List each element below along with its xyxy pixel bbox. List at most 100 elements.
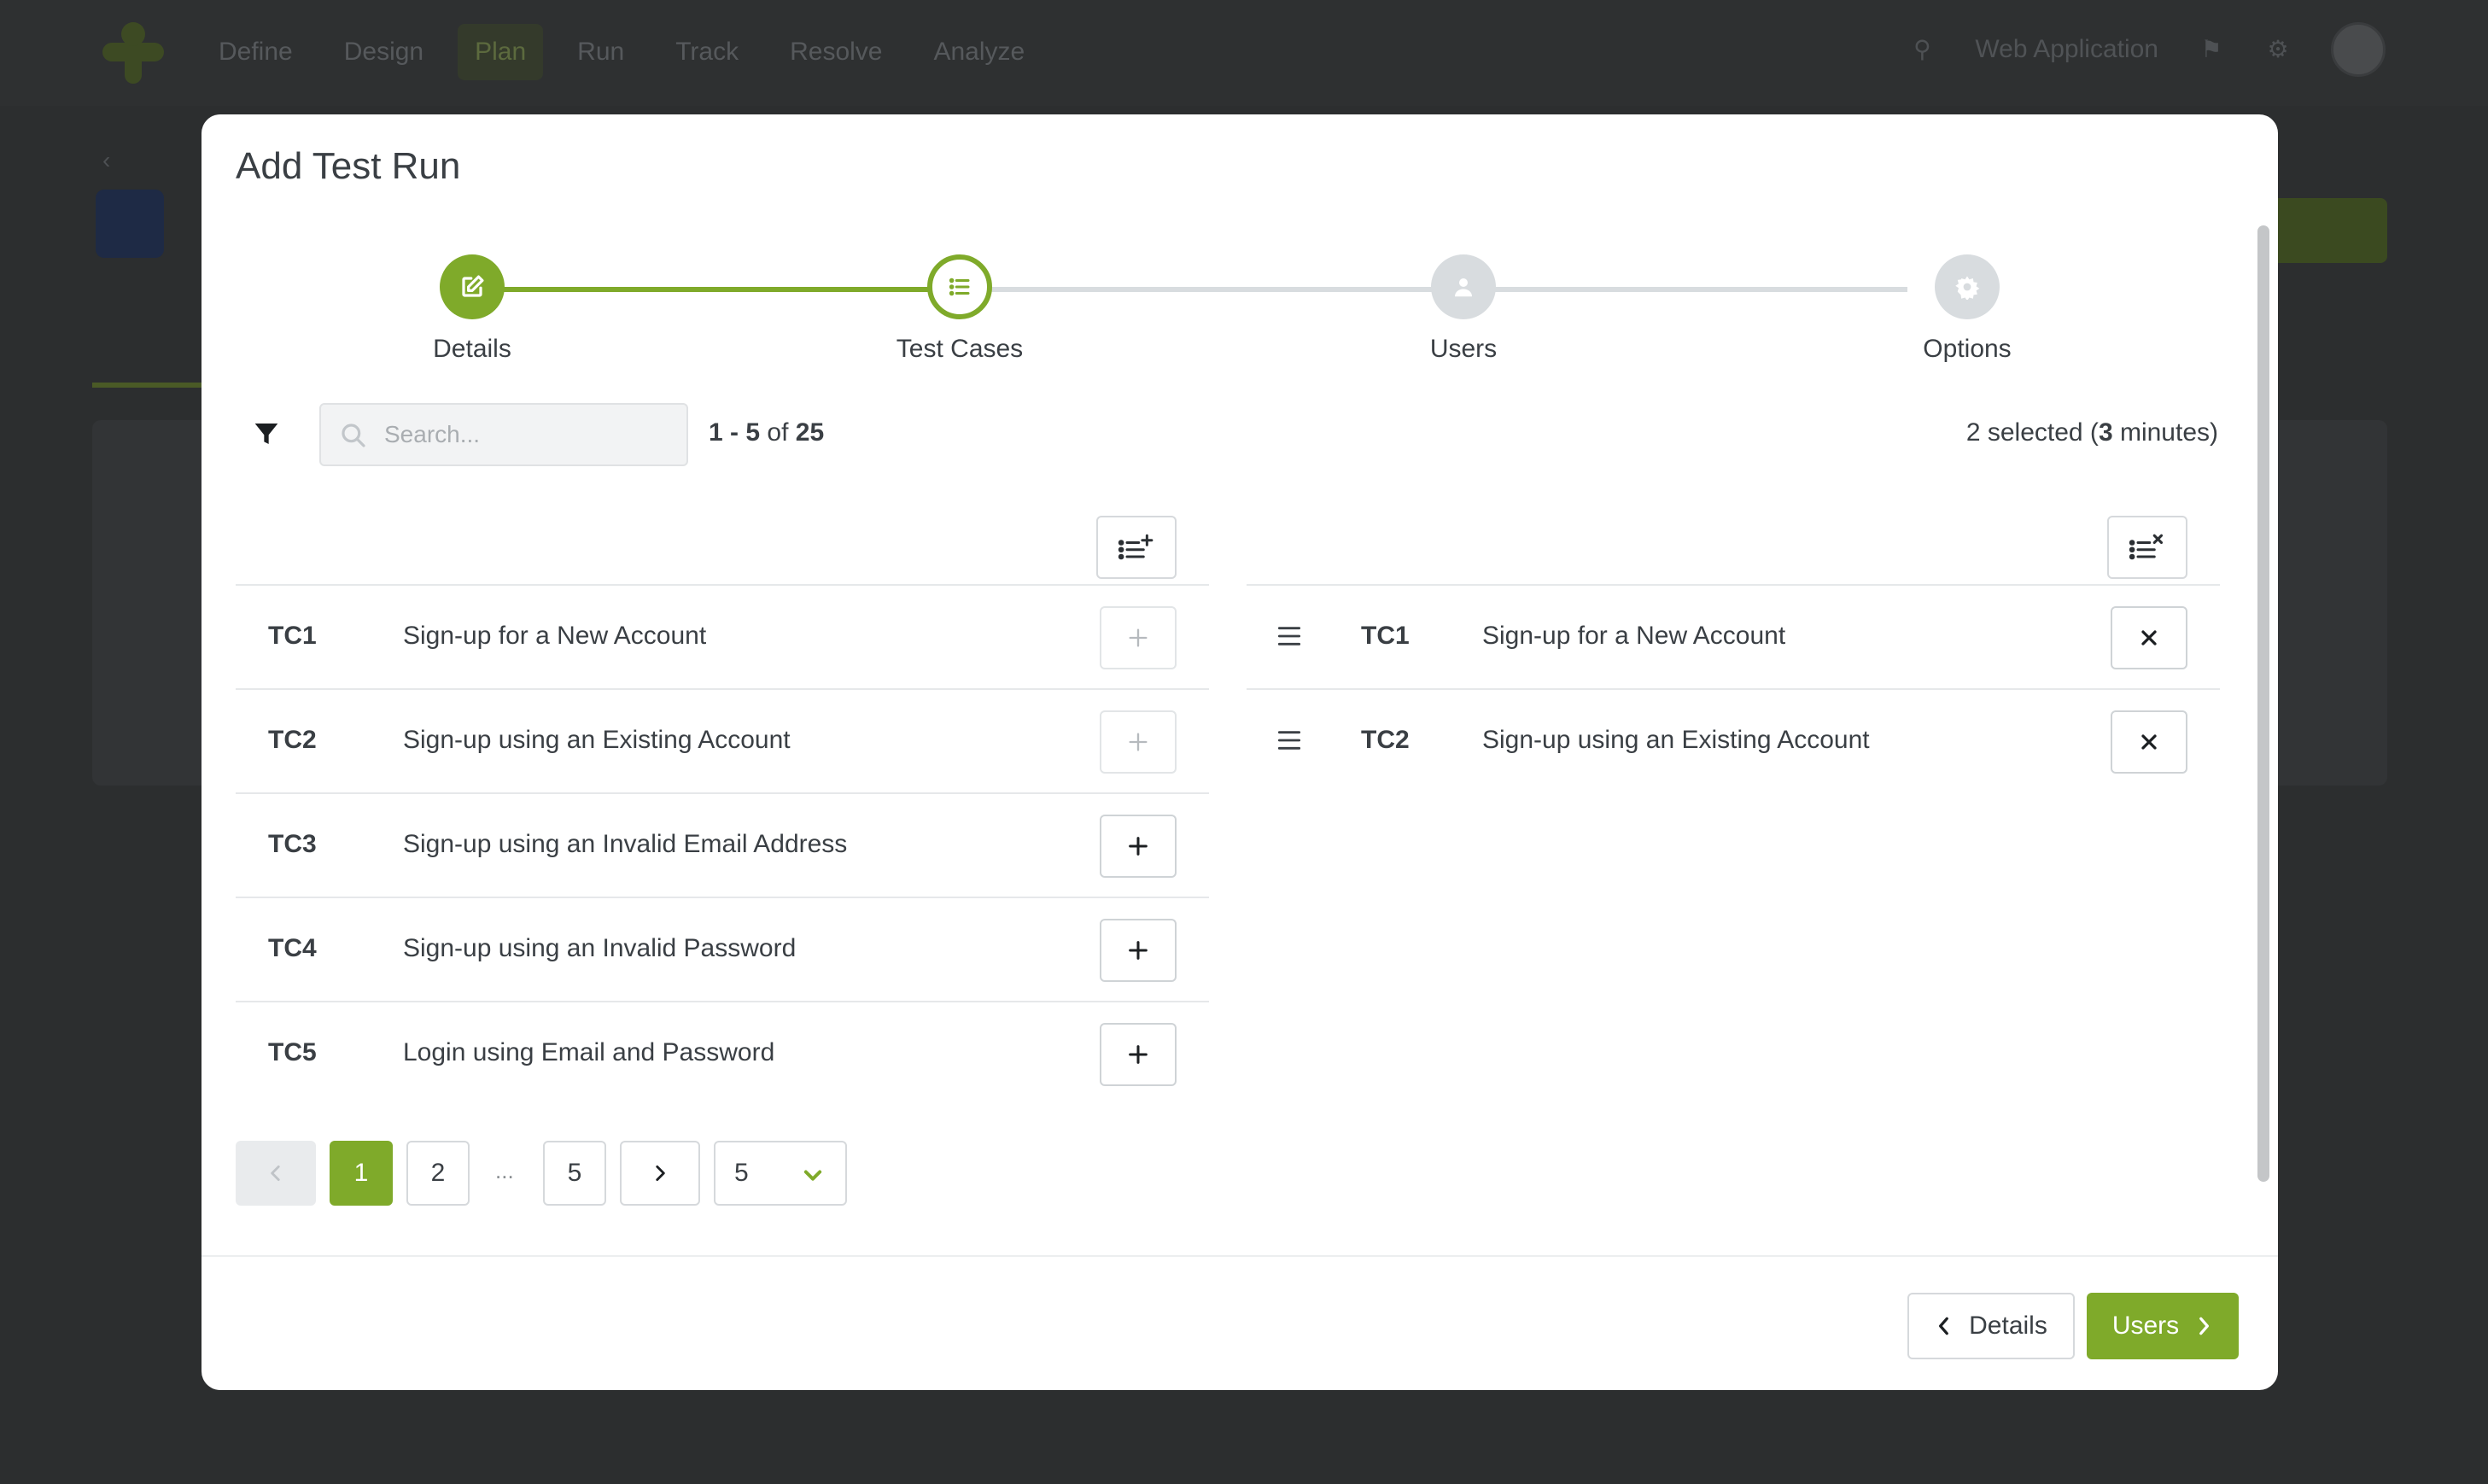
test-case-title: Sign-up using an Invalid Password (403, 934, 797, 962)
range-of: of (767, 418, 789, 447)
test-case-title: Sign-up using an Invalid Email Address (403, 830, 848, 858)
test-case-title: Sign-up for a New Account (403, 622, 707, 650)
plus-icon (1129, 837, 1148, 856)
add-test-case-button[interactable] (1100, 1023, 1177, 1086)
add-test-case-button[interactable] (1100, 919, 1177, 982)
back-chevron-icon: ‹ (102, 147, 111, 173)
step-label: Users (1429, 335, 1498, 363)
next-page-button[interactable] (620, 1141, 700, 1206)
plus-icon (1129, 733, 1148, 751)
nav-design[interactable]: Design (327, 24, 441, 80)
scrollbar-thumb[interactable] (2257, 225, 2269, 1182)
plus-icon (1129, 1045, 1148, 1064)
rocket-icon (96, 190, 164, 258)
nav-define[interactable]: Define (201, 24, 310, 80)
step-details[interactable]: Details (344, 254, 600, 364)
available-test-cases: TC1 Sign-up for a New Account TC2 Sign-u… (236, 511, 1209, 1107)
close-icon (2141, 630, 2157, 646)
add-test-case-button[interactable] (1100, 815, 1177, 878)
add-test-run-modal: Add Test Run Details Test Cases Users Op… (201, 114, 2278, 1390)
test-case-id: TC4 (268, 934, 317, 962)
nav-analyze[interactable]: Analyze (916, 24, 1042, 80)
test-case-id: TC3 (268, 830, 317, 858)
test-case-title: Sign-up for a New Account (1482, 622, 1786, 650)
app-logo (102, 22, 164, 84)
step-options[interactable]: Options (1839, 254, 2095, 364)
page-size-select[interactable]: 5 (714, 1141, 847, 1206)
selected-row: TC1 Sign-up for a New Account (1247, 586, 2220, 690)
add-test-case-button[interactable] (1100, 606, 1177, 669)
available-row: TC5 Login using Email and Password (236, 1002, 1209, 1107)
range-to: 5 (745, 418, 761, 447)
user-icon (1431, 254, 1496, 319)
modal-title: Add Test Run (236, 145, 461, 187)
page-button-2[interactable]: 2 (406, 1141, 470, 1206)
available-list-header (236, 511, 1209, 586)
add-all-icon (1118, 534, 1153, 560)
test-case-id: TC2 (1361, 726, 1410, 754)
selection-summary: 2 selected (3 minutes) (1966, 418, 2218, 447)
selected-test-cases: TC1 Sign-up for a New Account TC2 Sign-u… (1247, 511, 2220, 794)
page-ellipsis: ... (495, 1158, 514, 1183)
edit-icon (440, 254, 505, 319)
remove-test-case-button[interactable] (2111, 606, 2187, 669)
nav-track[interactable]: Track (658, 24, 756, 80)
drag-handle-icon[interactable] (1277, 625, 1301, 647)
page-size-value: 5 (734, 1159, 749, 1187)
chevron-right-icon (656, 1166, 665, 1181)
chevron-right-icon (2199, 1317, 2210, 1335)
available-row: TC4 Sign-up using an Invalid Password (236, 898, 1209, 1002)
selection-minutes-suffix: minutes) (2112, 418, 2218, 447)
next-to-users-button[interactable]: Users (2087, 1293, 2239, 1359)
selected-list-header (1247, 511, 2220, 586)
step-test-cases[interactable]: Test Cases (832, 254, 1088, 364)
drag-handle-icon[interactable] (1277, 729, 1301, 751)
range-from: 1 (709, 418, 723, 447)
gear-icon (1935, 254, 2000, 319)
search-icon[interactable]: ⚲ (1908, 36, 1936, 63)
plus-icon (1129, 628, 1148, 647)
remove-all-icon (2129, 534, 2164, 560)
step-label: Options (1923, 335, 2012, 363)
step-users[interactable]: Users (1335, 254, 1592, 364)
test-case-title: Sign-up using an Existing Account (403, 726, 791, 754)
project-name[interactable]: Web Application (1975, 35, 2158, 64)
nav-plan[interactable]: Plan (458, 24, 544, 80)
chevron-left-icon (271, 1166, 280, 1181)
filter-icon[interactable] (253, 420, 280, 447)
bell-icon[interactable]: ⚑ (2198, 36, 2225, 63)
background-tab (92, 336, 212, 388)
add-all-button[interactable] (1096, 516, 1177, 579)
selection-minutes: 3 (2098, 418, 2113, 447)
selection-count: 2 selected ( (1965, 418, 2099, 447)
step-label: Test Cases (896, 335, 1024, 363)
test-case-id: TC1 (268, 622, 317, 650)
page-button-1[interactable]: 1 (330, 1141, 393, 1206)
plus-icon (1129, 941, 1148, 960)
range-total: 25 (795, 418, 825, 447)
test-case-id: TC5 (268, 1038, 317, 1066)
add-test-case-button[interactable] (1100, 710, 1177, 774)
gear-icon[interactable]: ⚙ (2264, 36, 2292, 63)
available-row: TC3 Sign-up using an Invalid Email Addre… (236, 794, 1209, 898)
footer-divider (201, 1255, 2278, 1257)
app-header: Define Design Plan Run Track Resolve Ana… (0, 0, 2488, 106)
step-label: Details (433, 335, 511, 363)
search-input[interactable] (384, 405, 675, 464)
test-case-id: TC1 (1361, 622, 1410, 650)
search-icon (342, 424, 365, 447)
nav-run[interactable]: Run (560, 24, 641, 80)
result-range: 1 - 5 of 25 (709, 418, 825, 447)
avatar[interactable] (2331, 22, 2386, 77)
remove-test-case-button[interactable] (2111, 710, 2187, 774)
back-label: Details (1969, 1312, 2047, 1340)
remove-all-button[interactable] (2107, 516, 2187, 579)
chevron-left-icon (1939, 1317, 1949, 1335)
page-button-5[interactable]: 5 (543, 1141, 606, 1206)
main-nav: Define Design Plan Run Track Resolve Ana… (201, 24, 1059, 80)
nav-resolve[interactable]: Resolve (773, 24, 899, 80)
back-to-details-button[interactable]: Details (1907, 1293, 2075, 1359)
test-case-id: TC2 (268, 726, 317, 754)
prev-page-button[interactable] (236, 1141, 316, 1206)
search-field[interactable] (319, 403, 688, 466)
